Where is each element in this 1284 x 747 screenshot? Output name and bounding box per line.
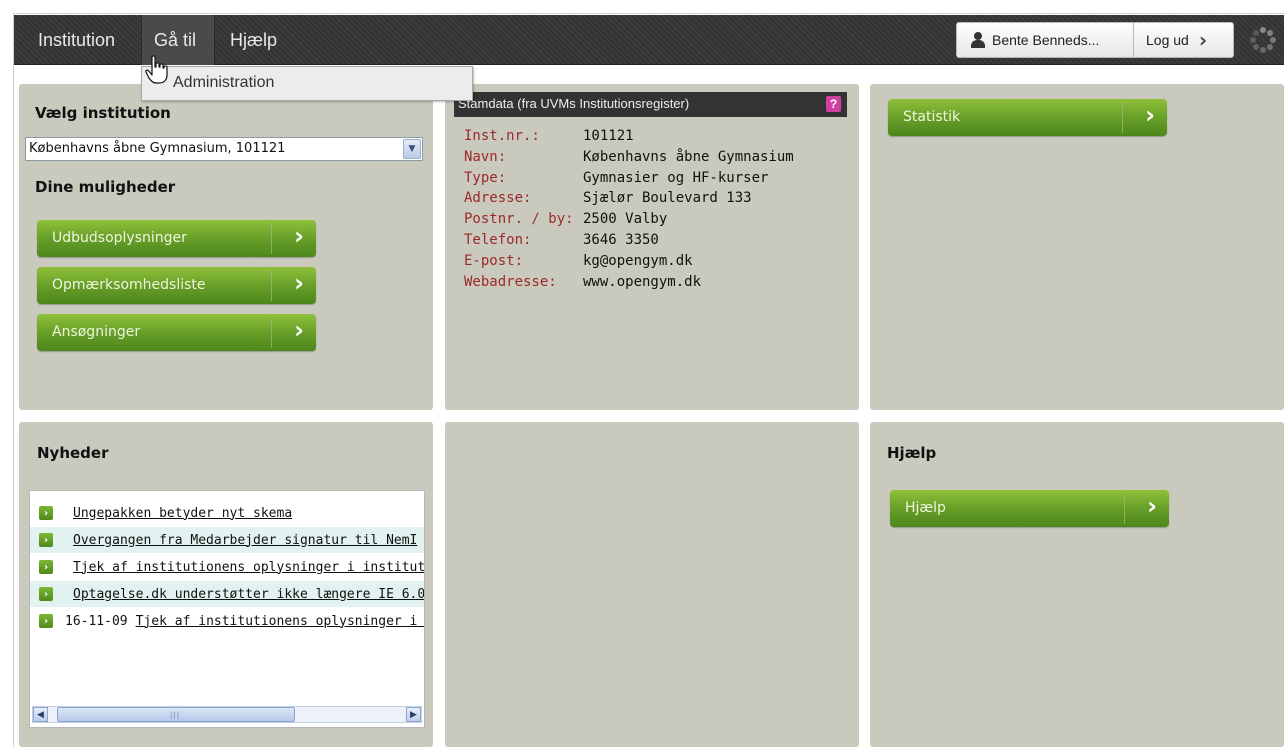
news-link[interactable]: Ungepakken betyder nyt skema bbox=[73, 506, 292, 521]
button-label: Hjælp bbox=[905, 500, 946, 516]
institution-select-value: Københavns åbne Gymnasium, 101121 bbox=[29, 141, 286, 156]
chevron-right-icon: › bbox=[294, 316, 304, 344]
stamdata-value: Københavns åbne Gymnasium bbox=[583, 149, 794, 165]
arrow-right-icon: › bbox=[39, 533, 53, 547]
hand-pointer-icon bbox=[145, 55, 168, 84]
stamdata-key: Inst.nr.: bbox=[464, 128, 540, 144]
button-label: Opmærksomhedsliste bbox=[52, 277, 206, 293]
logout-button[interactable]: Log ud › bbox=[1133, 22, 1234, 58]
button-divider bbox=[1122, 102, 1123, 133]
button-label: Ansøgninger bbox=[52, 324, 141, 340]
stamdata-value: www.opengym.dk bbox=[583, 274, 702, 290]
button-divider bbox=[271, 317, 272, 348]
chevron-right-icon: › bbox=[1147, 492, 1157, 520]
institution-select[interactable]: Københavns åbne Gymnasium, 101121 ▼ bbox=[25, 137, 423, 161]
choose-institution-heading: Vælg institution bbox=[35, 104, 171, 122]
arrow-right-icon: › bbox=[39, 506, 53, 520]
scrollbar-thumb[interactable]: ||| bbox=[57, 707, 295, 722]
news-link[interactable]: Tjek af institutionens oplysninger i ins… bbox=[73, 560, 424, 575]
menu-item-administration[interactable]: Administration bbox=[173, 74, 274, 92]
user-icon bbox=[971, 32, 985, 48]
stamdata-value: 101121 bbox=[583, 128, 634, 144]
chevron-down-icon[interactable]: ▼ bbox=[403, 139, 421, 159]
menu-institution[interactable]: Institution bbox=[26, 15, 127, 65]
empty-panel bbox=[445, 422, 859, 747]
stamdata-row: Navn: Københavns åbne Gymnasium bbox=[464, 149, 794, 169]
news-item[interactable]: › Tjek af institutionens oplysninger i i… bbox=[30, 554, 424, 580]
stamdata-value: Gymnasier og HF-kurser bbox=[583, 170, 769, 186]
stamdata-row: E-post: kg@opengym.dk bbox=[464, 253, 693, 273]
stamdata-row: Webadresse: www.opengym.dk bbox=[464, 274, 701, 294]
logout-label: Log ud bbox=[1146, 32, 1189, 48]
stamdata-key: E-post: bbox=[464, 253, 524, 269]
chevron-right-icon: › bbox=[294, 269, 304, 297]
news-item[interactable]: › Ungepakken betyder nyt skema bbox=[30, 500, 424, 526]
stamdata-row: Inst.nr.: 101121 bbox=[464, 128, 634, 148]
help-panel bbox=[870, 422, 1284, 747]
news-item[interactable]: › Overgangen fra Medarbejder signatur ti… bbox=[30, 527, 424, 553]
stamdata-row: Type: Gymnasier og HF-kurser bbox=[464, 170, 768, 190]
button-divider bbox=[271, 223, 272, 254]
user-button[interactable]: Bente Benneds... bbox=[956, 22, 1134, 58]
your-options-heading: Dine muligheder bbox=[35, 178, 176, 196]
news-item[interactable]: › Optagelse.dk understøtter ikke længere… bbox=[30, 581, 424, 607]
stamdata-row: Adresse: Sjælør Boulevard 133 bbox=[464, 190, 752, 210]
help-heading: Hjælp bbox=[887, 444, 937, 462]
button-divider bbox=[271, 270, 272, 301]
arrow-right-icon: › bbox=[39, 587, 53, 601]
news-date: 16-11-09 bbox=[65, 613, 128, 629]
stamdata-title: Stamdata (fra UVMs Institutionsregister) bbox=[458, 96, 690, 111]
stamdata-value: kg@opengym.dk bbox=[583, 253, 693, 269]
scroll-right-icon[interactable]: ▶ bbox=[406, 707, 421, 722]
horizontal-scrollbar[interactable]: ◀ ||| ▶ bbox=[32, 706, 422, 723]
stamdata-row: Postnr. / by: 2500 Valby bbox=[464, 211, 667, 231]
news-link[interactable]: Tjek af institutionens oplysninger i in: bbox=[136, 614, 424, 629]
stamdata-value: 2500 Valby bbox=[583, 211, 668, 227]
stamdata-row: Telefon: 3646 3350 bbox=[464, 232, 659, 252]
grip-icon: ||| bbox=[170, 711, 181, 719]
stamdata-value: Sjælør Boulevard 133 bbox=[583, 190, 752, 206]
arrow-right-icon: › bbox=[39, 560, 53, 574]
help-question-icon[interactable]: ? bbox=[826, 96, 841, 112]
news-item[interactable]: › 16-11-09 Tjek af institutionens oplysn… bbox=[30, 608, 424, 634]
help-button[interactable]: Hjælp › bbox=[890, 490, 1169, 527]
top-navigation-bar: Institution Gå til Hjælp Bente Benneds..… bbox=[14, 15, 1284, 65]
button-label: Statistik bbox=[903, 109, 961, 125]
stamdata-value: 3646 3350 bbox=[583, 232, 659, 248]
news-link[interactable]: Overgangen fra Medarbejder signatur til … bbox=[73, 533, 417, 548]
stamdata-key: Webadresse: bbox=[464, 274, 557, 290]
stamdata-key: Postnr. / by: bbox=[464, 211, 574, 227]
news-heading: Nyheder bbox=[37, 444, 109, 462]
menu-help[interactable]: Hjælp bbox=[218, 15, 289, 65]
goto-dropdown-menu: Administration bbox=[141, 66, 473, 101]
stamdata-key: Navn: bbox=[464, 149, 507, 165]
chevron-right-icon: › bbox=[1198, 28, 1208, 52]
stamdata-header: Stamdata (fra UVMs Institutionsregister)… bbox=[454, 92, 847, 117]
news-link[interactable]: Optagelse.dk understøtter ikke længere I… bbox=[73, 587, 424, 602]
statistik-button[interactable]: Statistik › bbox=[888, 99, 1167, 136]
stamdata-key: Adresse: bbox=[464, 190, 532, 206]
chevron-right-icon: › bbox=[294, 222, 304, 250]
ansoegninger-button[interactable]: Ansøgninger › bbox=[37, 314, 316, 351]
news-list[interactable]: › Ungepakken betyder nyt skema › Overgan… bbox=[29, 490, 425, 728]
chevron-right-icon: › bbox=[1145, 101, 1155, 129]
scroll-left-icon[interactable]: ◀ bbox=[33, 707, 48, 722]
arrow-right-icon: › bbox=[39, 614, 53, 628]
udbudsoplysninger-button[interactable]: Udbudsoplysninger › bbox=[37, 220, 316, 257]
loading-spinner-icon bbox=[1250, 27, 1276, 53]
button-label: Udbudsoplysninger bbox=[52, 230, 187, 246]
stamdata-key: Telefon: bbox=[464, 232, 532, 248]
button-divider bbox=[1124, 493, 1125, 524]
user-name: Bente Benneds... bbox=[992, 32, 1100, 48]
stamdata-key: Type: bbox=[464, 170, 507, 186]
opmaerksomhedsliste-button[interactable]: Opmærksomhedsliste › bbox=[37, 267, 316, 304]
